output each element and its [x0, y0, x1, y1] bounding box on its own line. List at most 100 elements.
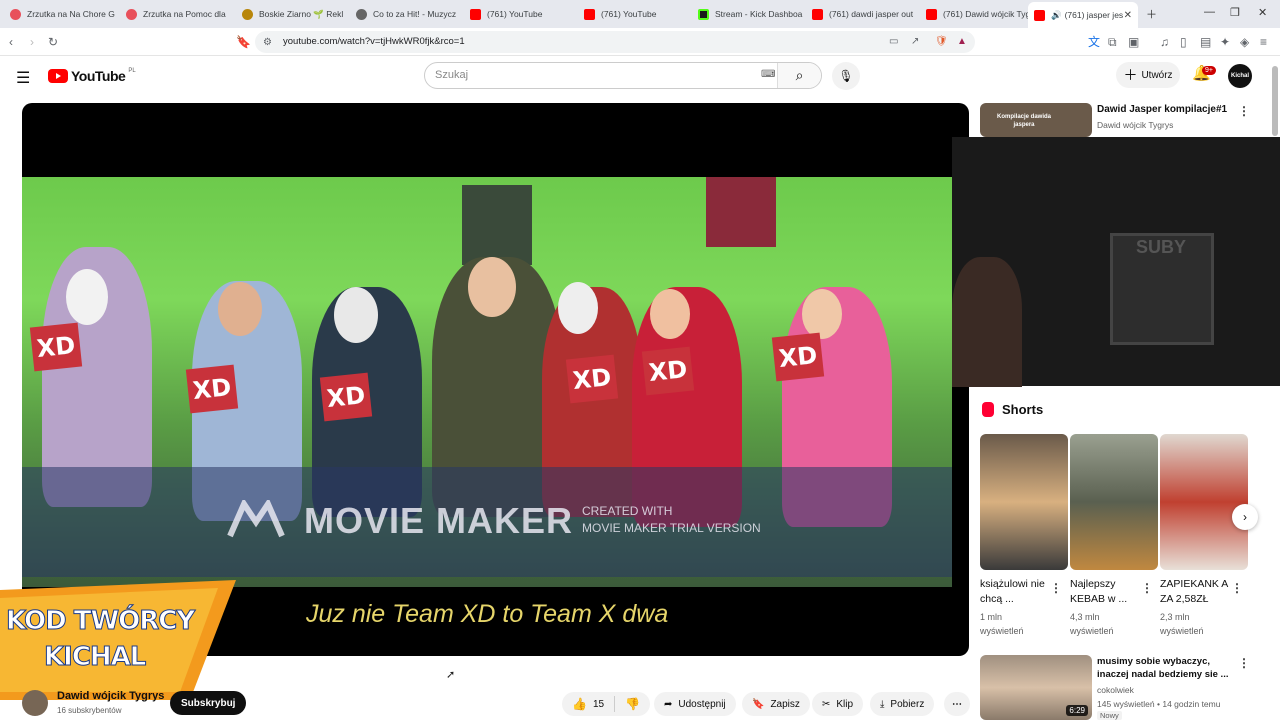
minimize-icon[interactable]: — — [1204, 6, 1215, 18]
keyboard-icon[interactable]: ⌨ — [761, 69, 775, 80]
extension-icon[interactable]: ⧉ — [1108, 34, 1117, 50]
search-box[interactable]: Szukaj ⌨ ⌕ — [424, 62, 822, 89]
more-options-icon[interactable]: ⋮ — [1238, 656, 1250, 670]
reload-icon[interactable]: ↻ — [48, 34, 58, 50]
youtube-favicon-icon — [926, 8, 937, 20]
share-button[interactable]: ➦ Udostępnij — [654, 692, 736, 716]
browser-tab[interactable]: Co to za Hit! - Muzycz — [350, 3, 462, 25]
youtube-favicon-icon — [1034, 9, 1045, 21]
browser-tab[interactable]: (761) YouTube — [464, 3, 576, 25]
creator-code-overlay: KOD TWÓRCY KICHAL — [0, 580, 236, 700]
short-thumbnail[interactable] — [1160, 434, 1248, 570]
wallet-icon[interactable]: ▤ — [1200, 34, 1211, 50]
browser-tab-strip: Zrzutka na Na Chore G Zrzutka na Pomoc d… — [0, 0, 1280, 28]
address-bar[interactable]: ⚙ youtube.com/watch?v=tjHwkWR0fjk&rco=1 … — [255, 31, 975, 53]
like-count[interactable]: 15 — [593, 699, 604, 710]
xd-card: XD — [771, 332, 825, 382]
short-title[interactable]: książulowi nie chcą ... — [980, 577, 1050, 607]
voice-search-button[interactable]: 🎙 — [832, 62, 860, 90]
sidebar-icon[interactable]: ▯ — [1180, 34, 1187, 50]
movie-maker-logo-icon — [226, 497, 286, 538]
account-avatar[interactable]: Kichal — [1228, 64, 1252, 88]
youtube-play-icon — [48, 69, 68, 83]
screenshot-icon[interactable]: ▣ — [1128, 34, 1139, 50]
browser-tab[interactable]: (761) Dawid wójcik Tyg — [920, 3, 1032, 25]
channel-name[interactable]: Dawid wójcik Tygrys — [57, 690, 164, 702]
search-button[interactable]: ⌕ — [777, 63, 821, 88]
subscribe-button[interactable]: Subskrybuj — [170, 691, 247, 715]
restore-icon[interactable]: ❐ — [1230, 6, 1240, 19]
page-scrollbar[interactable] — [1272, 66, 1278, 136]
brave-shield-icon[interactable]: 🛡 — [935, 34, 948, 50]
recommended-channel[interactable]: Dawid wójcik Tygrys — [1097, 119, 1173, 131]
cast-icon[interactable]: ▭ — [889, 34, 898, 50]
webcam-overlay: SUBY — [952, 137, 1280, 387]
poster-decoration — [462, 185, 532, 265]
face — [468, 257, 516, 317]
short-title[interactable]: Najlepszy KEBAB w ... — [1070, 577, 1140, 607]
browser-tab-active[interactable]: 🔊 (761) jasper jes ✕ — [1028, 2, 1138, 28]
video-actions-row: Dawid wójcik Tygrys 16 subskrybentów Sub… — [22, 688, 970, 720]
vpn-icon[interactable]: ◈ — [1240, 34, 1249, 50]
like-icon[interactable]: 👍 — [572, 697, 587, 711]
rewards-icon[interactable]: ▲ — [957, 34, 967, 50]
search-input[interactable]: Szukaj — [435, 69, 468, 81]
browser-tab[interactable]: Boskie Ziarno 🌱 Rekl — [236, 3, 348, 25]
mask — [66, 269, 108, 325]
browser-tab[interactable]: Zrzutka na Pomoc dla — [120, 3, 232, 25]
microphone-icon: 🎙 — [838, 69, 854, 83]
download-button[interactable]: ⤓ Pobierz — [870, 692, 935, 716]
mask — [558, 282, 598, 334]
recommended-channel[interactable]: cokolwiek — [1097, 684, 1134, 696]
recommended-thumbnail[interactable]: 6:29 — [980, 655, 1092, 720]
short-thumbnail[interactable] — [1070, 434, 1158, 570]
more-options-icon[interactable]: ⋮ — [1238, 104, 1250, 118]
bookmark-icon[interactable]: 🔖 — [236, 34, 251, 50]
youtube-favicon-icon — [812, 8, 823, 20]
poster-decoration — [706, 177, 776, 247]
new-tab-icon[interactable]: ＋ — [1146, 6, 1157, 22]
menu-icon[interactable]: ≡ — [1260, 34, 1267, 50]
speaker-icon: 🔊 — [1051, 9, 1062, 20]
short-title[interactable]: ZAPIEKANK A ZA 2,58ZŁ — [1160, 577, 1230, 607]
back-icon[interactable]: ‹ — [9, 34, 13, 50]
forward-icon[interactable]: › — [30, 34, 34, 50]
url-text: youtube.com/watch?v=tjHwkWR0fjk&rco=1 — [283, 36, 465, 47]
dislike-icon[interactable]: 👎 — [625, 697, 640, 711]
ai-icon[interactable]: ✦ — [1220, 34, 1230, 50]
shorts-next-button[interactable]: › — [1232, 504, 1258, 530]
browser-tab[interactable]: Stream - Kick Dashboa — [692, 3, 804, 25]
browser-tab[interactable]: (761) YouTube — [578, 3, 690, 25]
shorts-icon — [982, 402, 994, 417]
close-tab-icon[interactable]: ✕ — [1124, 10, 1132, 21]
browser-tab[interactable]: (761) dawdi jasper out — [806, 3, 918, 25]
more-options-icon[interactable]: ⋮ — [1141, 581, 1153, 595]
more-actions-icon[interactable]: ⋯ — [944, 692, 970, 716]
music-icon[interactable]: ♫ — [1160, 34, 1169, 50]
save-button[interactable]: 🔖 Zapisz — [742, 692, 810, 716]
share-icon[interactable]: ↗ — [911, 34, 919, 50]
close-window-icon[interactable]: ✕ — [1258, 6, 1267, 19]
recommended-meta: 145 wyświetleń • 14 godzin temu — [1097, 699, 1221, 709]
channel-avatar[interactable] — [22, 690, 48, 716]
favicon-icon — [356, 8, 367, 20]
youtube-logo[interactable]: YouTube PL — [48, 68, 136, 84]
create-button[interactable]: ＋ Utwórz — [1116, 62, 1180, 88]
hamburger-menu-icon[interactable]: ☰ — [16, 68, 30, 88]
recommended-thumbnail[interactable]: Kompilacje dawida jaspera — [980, 103, 1092, 137]
clip-button[interactable]: ✂ Klip — [812, 692, 864, 716]
site-settings-icon[interactable]: ⚙ — [263, 35, 272, 51]
browser-tab[interactable]: Zrzutka na Na Chore G — [4, 3, 116, 25]
face — [650, 289, 690, 339]
recommended-title[interactable]: Dawid Jasper kompilacje#1 — [1097, 103, 1227, 116]
translate-icon[interactable]: 文 — [1088, 34, 1100, 50]
more-options-icon[interactable]: ⋮ — [1050, 581, 1062, 595]
recommended-title[interactable]: musimy sobie wybaczyc, inaczej nadal bed… — [1097, 655, 1233, 681]
more-options-icon[interactable]: ⋮ — [1231, 581, 1243, 595]
video-player[interactable]: XD XD XD XD XD XD — [22, 103, 969, 656]
short-thumbnail[interactable] — [980, 434, 1068, 570]
watermark-title: MOVIE MAKER — [304, 500, 574, 541]
video-subtitle: Juz nie Team XD to Team X dwa — [306, 600, 669, 628]
browser-toolbar: ‹ › ↻ 🔖 ⚙ youtube.com/watch?v=tjHwkWR0fj… — [0, 28, 1280, 56]
download-icon: ⤓ — [880, 698, 885, 710]
